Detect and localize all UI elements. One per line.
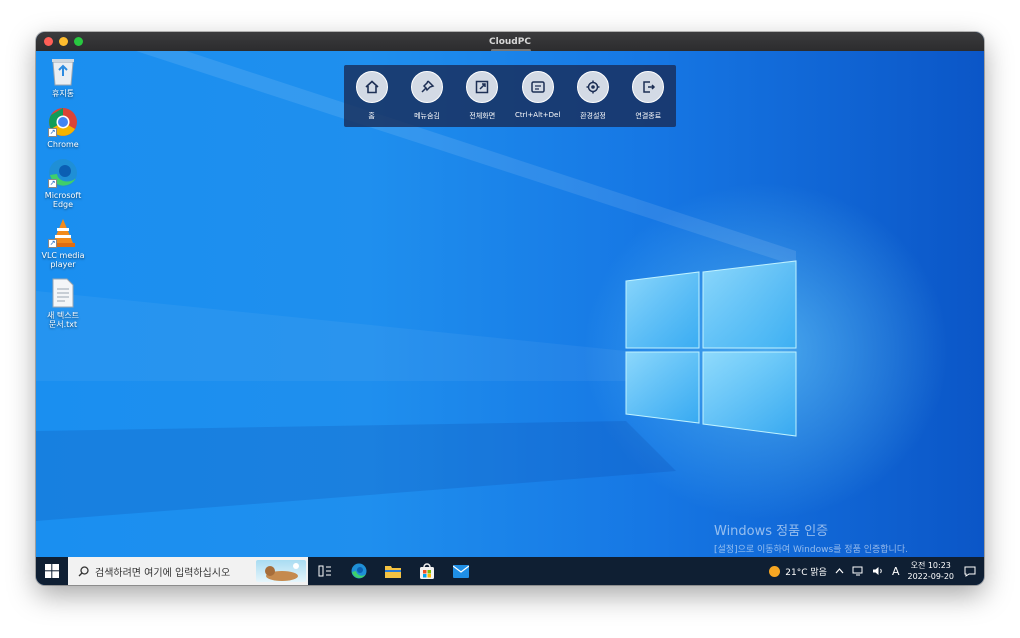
activation-title: Windows 정품 인증 <box>714 524 829 539</box>
toolbar-label: 연결종료 <box>635 112 662 120</box>
cloudpc-window: CloudPC 휴지통 ↗ Chrome ↗ Microsoft Edge ↗ … <box>36 32 984 585</box>
store-icon <box>420 563 434 579</box>
mail-icon <box>453 564 469 578</box>
fullscreen-icon <box>466 71 499 103</box>
toolbar-label: 메뉴숨김 <box>414 112 440 120</box>
chrome-icon: ↗ <box>47 106 79 138</box>
notifications-button[interactable] <box>964 566 976 577</box>
desktop-icon-label: Microsoft Edge <box>44 191 82 209</box>
weather-widget[interactable]: 21°C 맑음 <box>769 565 827 578</box>
ctrl-alt-del-icon <box>521 71 554 103</box>
chevron-up-icon <box>835 568 844 574</box>
desktop-icon-label: 휴지통 <box>51 89 75 98</box>
clock-date: 2022-09-20 <box>907 572 955 581</box>
text-file-icon <box>47 277 79 309</box>
activation-watermark: Windows 정품 인증 [설정]으로 이동하여 Windows를 정품 인증… <box>714 520 908 555</box>
taskbar-mail-button[interactable] <box>444 557 478 585</box>
taskbar-clock[interactable]: 오전 10:23 2022-09-20 <box>908 560 955 582</box>
cloudpc-toolbar: 홈 메뉴숨김 전체화면 Ctrl+Alt+Del 환경설정 연결종료 <box>344 65 676 127</box>
network-icon <box>852 566 863 576</box>
window-controls <box>44 37 83 46</box>
disconnect-icon <box>632 71 665 103</box>
start-button[interactable] <box>36 557 68 585</box>
pin-icon <box>410 71 443 103</box>
remote-desktop[interactable]: 휴지통 ↗ Chrome ↗ Microsoft Edge ↗ VLC medi… <box>36 51 984 557</box>
desktop-icon-vlc[interactable]: ↗ VLC media player <box>38 217 88 269</box>
window-title: CloudPC <box>489 36 531 47</box>
windows-start-icon <box>45 564 59 578</box>
input-method-indicator[interactable]: A <box>892 565 900 578</box>
toolbar-home-button[interactable]: 홈 <box>345 71 399 121</box>
volume-button[interactable] <box>872 566 884 576</box>
close-window-button[interactable] <box>44 37 53 46</box>
desktop-icon-label: VLC media player <box>41 251 85 269</box>
network-button[interactable] <box>852 566 864 576</box>
vlc-icon: ↗ <box>47 217 79 249</box>
desktop-icons: 휴지통 ↗ Chrome ↗ Microsoft Edge ↗ VLC medi… <box>38 55 88 337</box>
toolbar-label: Ctrl+Alt+Del <box>514 111 561 119</box>
activation-message: [설정]으로 이동하여 Windows를 정품 인증합니다. <box>714 545 908 555</box>
desktop-icon-recycle-bin[interactable]: 휴지통 <box>38 55 88 98</box>
edge-icon: ↗ <box>47 157 79 189</box>
show-hidden-icons-button[interactable] <box>835 568 844 574</box>
desktop-icon-label: 새 텍스트 문서.txt <box>47 311 79 329</box>
edge-icon <box>351 563 367 579</box>
input-mode-text: A <box>891 564 900 578</box>
search-placeholder: 검색하려면 여기에 입력하십시오 <box>95 567 231 579</box>
system-tray: 21°C 맑음 A 오전 10:23 2022-09-20 <box>769 557 984 585</box>
taskbar-edge-button[interactable] <box>342 557 376 585</box>
maximize-window-button[interactable] <box>74 37 83 46</box>
home-icon <box>355 71 388 103</box>
toolbar-hide-menu-button[interactable]: 메뉴숨김 <box>400 71 454 121</box>
desktop-icon-edge[interactable]: ↗ Microsoft Edge <box>38 157 88 209</box>
task-view-button[interactable] <box>308 557 342 585</box>
toolbar-disconnect-button[interactable]: 연결종료 <box>621 71 675 121</box>
weather-text: 21°C 맑음 <box>785 567 827 578</box>
toolbar-label: 환경설정 <box>580 112 606 120</box>
desktop-icon-text-file[interactable]: 새 텍스트 문서.txt <box>38 277 88 329</box>
sun-icon <box>769 565 781 577</box>
toolbar-ctrl-alt-del-button[interactable]: Ctrl+Alt+Del <box>511 71 565 119</box>
minimize-window-button[interactable] <box>59 37 68 46</box>
toolbar-label: 홈 <box>368 112 375 120</box>
recycle-bin-icon <box>47 55 79 87</box>
desktop-icon-label: Chrome <box>47 140 79 149</box>
clock-time: 오전 10:23 <box>910 561 951 570</box>
desktop-icon-chrome[interactable]: ↗ Chrome <box>38 106 88 149</box>
gear-icon <box>576 71 609 103</box>
taskbar: 검색하려면 여기에 입력하십시오 21°C 맑음 A 오전 10:23 2022… <box>36 557 984 585</box>
search-highlight-image <box>256 560 306 582</box>
task-view-icon <box>318 565 331 577</box>
volume-icon <box>872 567 882 575</box>
taskbar-file-explorer-button[interactable] <box>376 557 410 585</box>
notification-icon <box>964 566 976 577</box>
taskbar-search[interactable]: 검색하려면 여기에 입력하십시오 <box>68 557 308 585</box>
title-bar[interactable]: CloudPC <box>36 32 984 52</box>
toolbar-fullscreen-button[interactable]: 전체화면 <box>455 71 509 121</box>
search-icon <box>78 565 89 576</box>
folder-icon <box>385 566 401 578</box>
taskbar-store-button[interactable] <box>410 557 444 585</box>
toolbar-settings-button[interactable]: 환경설정 <box>566 71 620 121</box>
toolbar-label: 전체화면 <box>469 112 496 120</box>
